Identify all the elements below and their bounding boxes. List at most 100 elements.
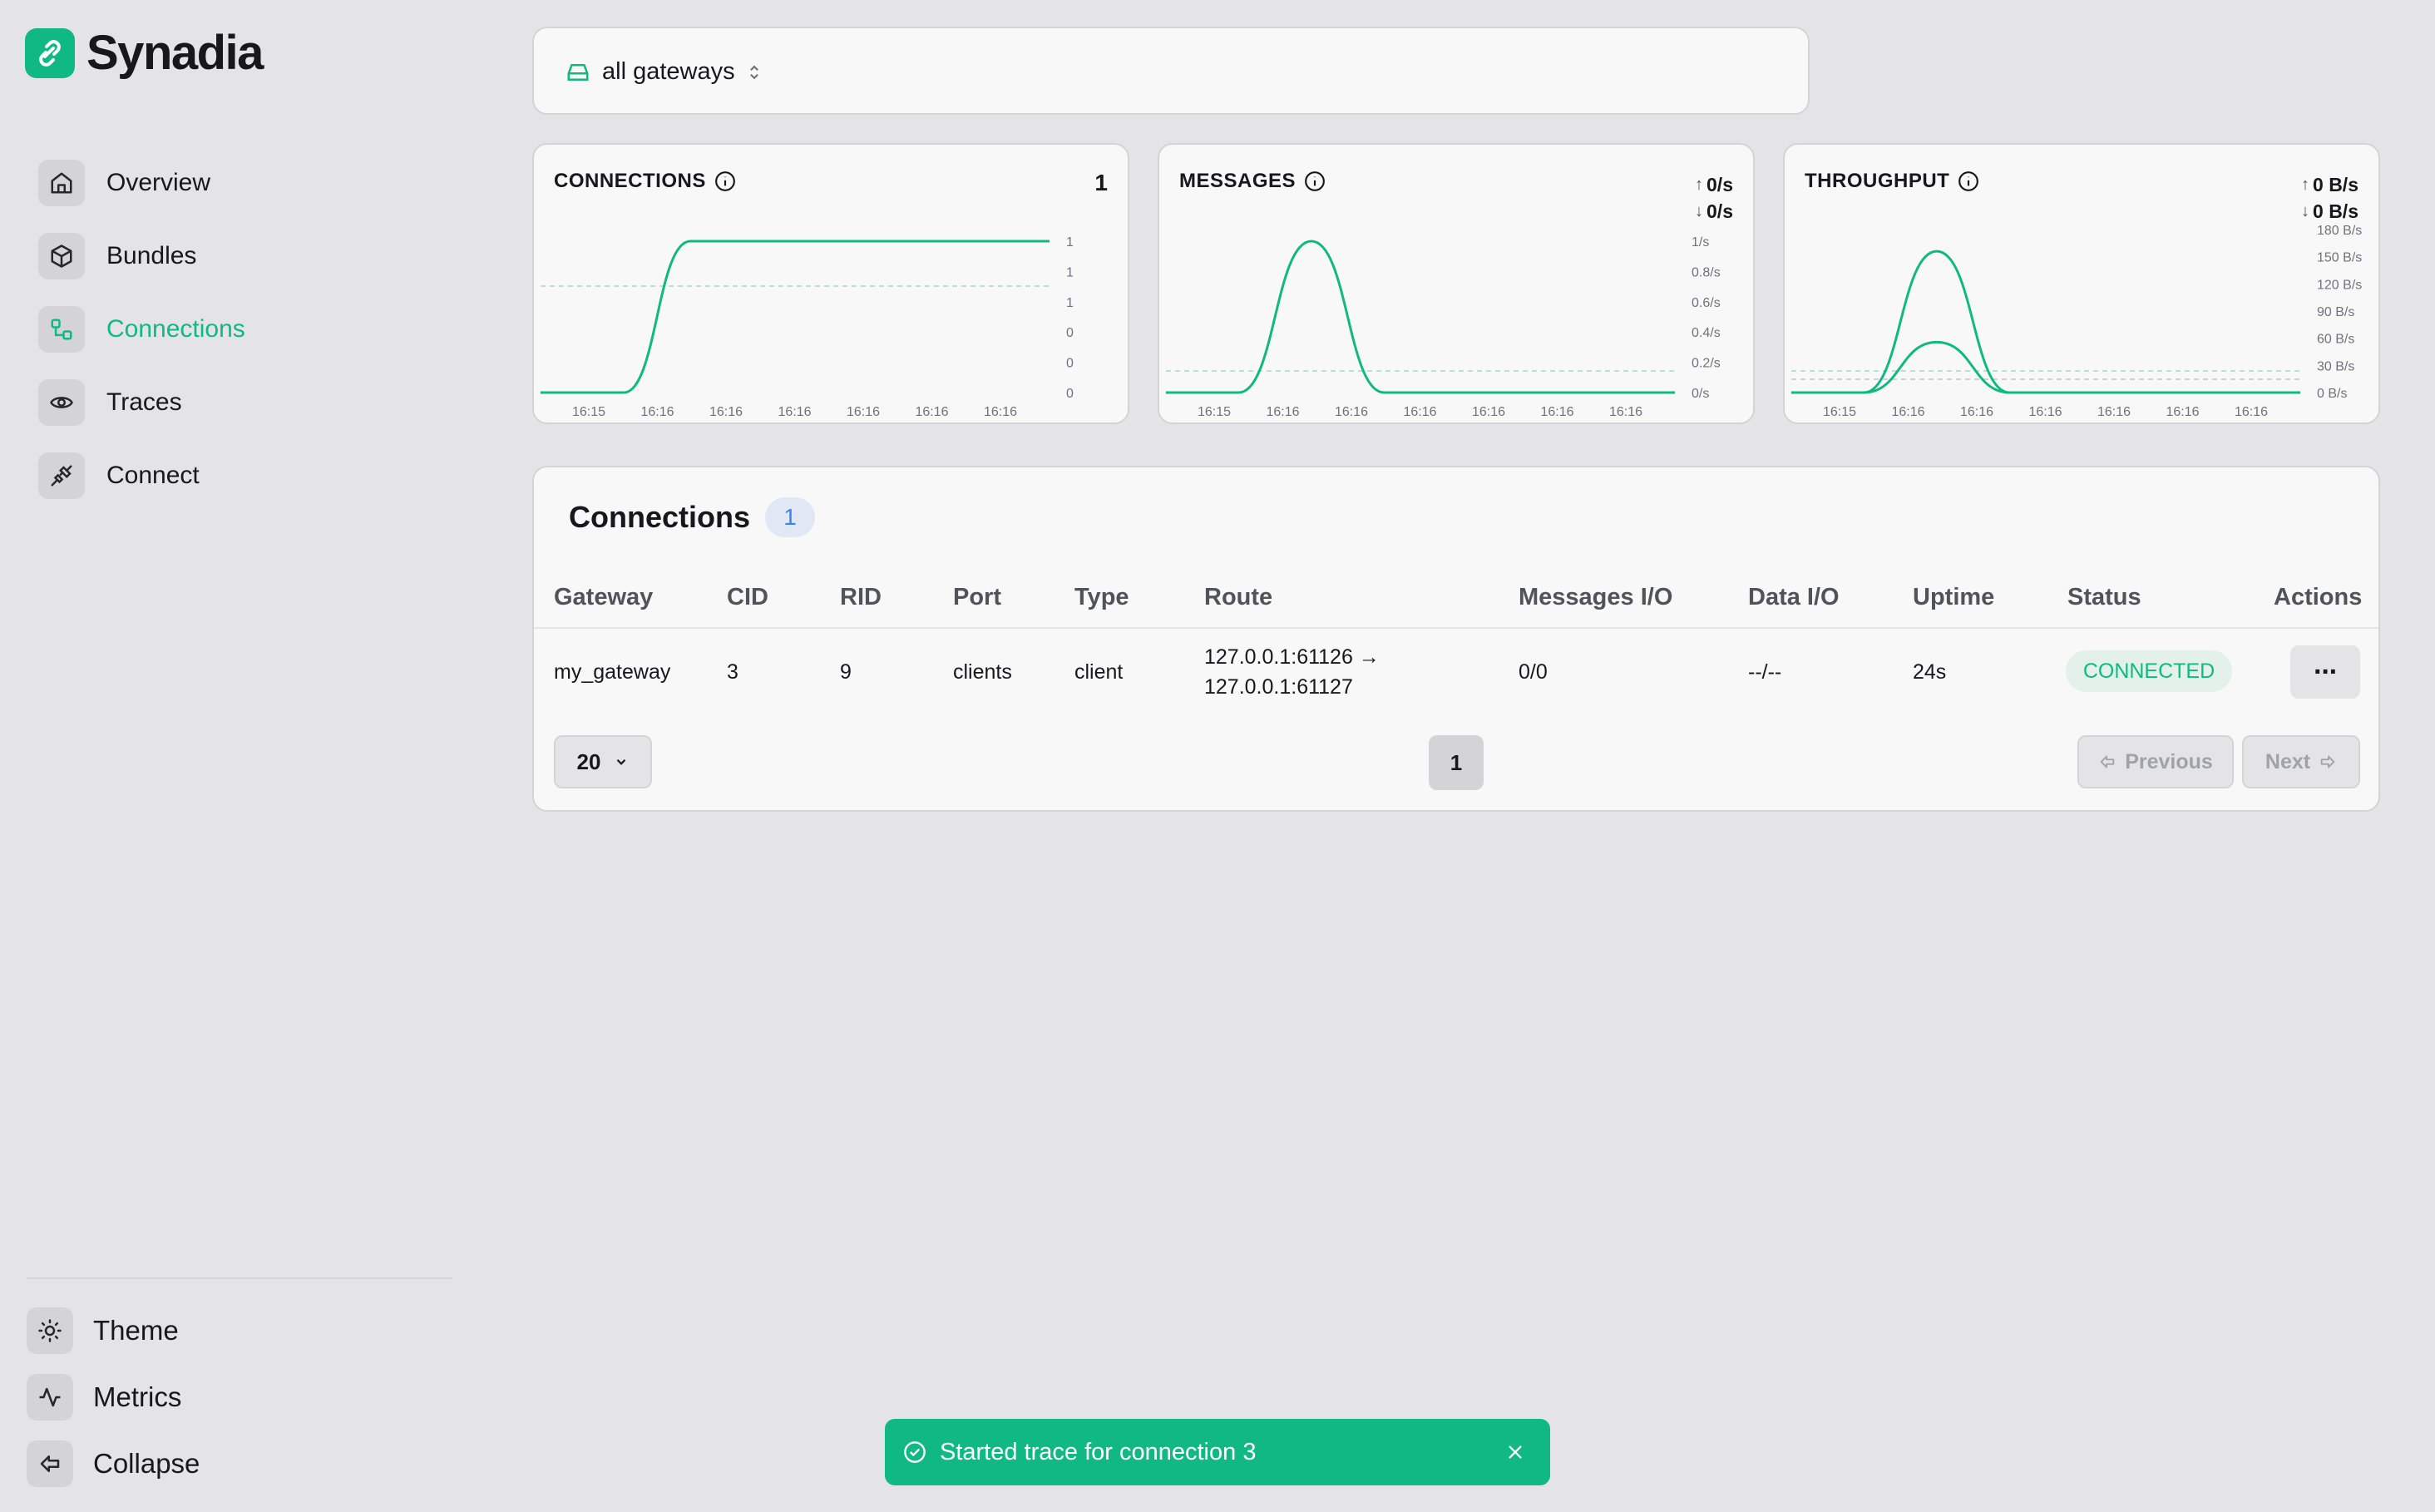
theme-button[interactable]: Theme — [27, 1297, 442, 1364]
x-tick-label: 16:15 — [572, 405, 605, 419]
activity-icon — [27, 1374, 73, 1421]
x-tick-label: 16:16 — [1404, 405, 1437, 419]
row-actions-button[interactable]: ··· — [2290, 645, 2360, 699]
connections-chart: 1 1 1 0 0 0 16:15 16:16 16:16 16:16 16:16 16:16 16:1… — [541, 235, 1074, 419]
column-header-gateway[interactable]: Gateway — [554, 584, 653, 611]
x-tick-label: 16:16 — [1335, 405, 1368, 419]
toast-close-button[interactable] — [1499, 1435, 1532, 1469]
page-size-value: 20 — [576, 749, 601, 774]
cell-gateway: my_gateway — [554, 660, 671, 684]
check-circle-icon — [904, 1441, 926, 1463]
x-tick-label: 16:16 — [1960, 405, 1993, 419]
header-divider — [534, 627, 2378, 629]
cell-cid: 3 — [727, 660, 738, 684]
series-line-1 — [1790, 340, 2300, 394]
plug-icon — [38, 452, 85, 499]
synadia-logo-icon — [25, 27, 75, 78]
status-badge: CONNECTED — [2066, 650, 2232, 692]
y-tick-label: 150 B/s — [2317, 251, 2362, 265]
page-size-select[interactable]: 20 — [554, 735, 652, 788]
column-header-cid[interactable]: CID — [727, 584, 768, 611]
x-tick-label: 16:16 — [2097, 405, 2131, 419]
sun-icon — [27, 1307, 73, 1354]
page-button-1[interactable]: 1 — [1429, 735, 1484, 790]
chevron-down-icon — [617, 758, 626, 765]
x-tick-label: 16:16 — [709, 405, 743, 419]
home-icon — [38, 160, 85, 206]
collapse-icon — [27, 1440, 73, 1487]
sidebar-item-label: Overview — [106, 169, 211, 196]
metrics-label: Metrics — [93, 1381, 182, 1412]
y-tick-label: 0 B/s — [2317, 387, 2347, 401]
sidebar-item-connect[interactable]: Connect — [38, 439, 454, 512]
collapse-button[interactable]: Collapse — [27, 1430, 442, 1497]
column-header-uptime[interactable]: Uptime — [1913, 584, 1994, 611]
gateway-selector[interactable]: all gateways — [566, 58, 762, 86]
column-header-rid[interactable]: RID — [840, 584, 882, 611]
column-header-port[interactable]: Port — [953, 584, 1001, 611]
box-icon — [38, 233, 85, 279]
column-header-data-io[interactable]: Data I/O — [1748, 584, 1840, 611]
series-line-0 — [1165, 240, 1675, 394]
connections-chart-card: CONNECTIONS 1 1 1 1 0 0 0 16:15 16:16 16:16 16:16… — [532, 143, 1129, 424]
theme-label: Theme — [93, 1315, 179, 1346]
close-icon — [1509, 1445, 1522, 1459]
x-tick-label: 16:16 — [778, 405, 812, 419]
column-header-status[interactable]: Status — [2067, 584, 2141, 611]
column-header-type[interactable]: Type — [1074, 584, 1129, 611]
cell-route-from: 127.0.0.1:61126 → — [1204, 645, 1380, 669]
x-tick-label: 16:16 — [1892, 405, 1925, 419]
column-header-route[interactable]: Route — [1204, 584, 1272, 611]
y-tick-label: 1 — [1066, 296, 1074, 310]
app-logo[interactable]: Synadia — [25, 25, 264, 81]
x-tick-label: 16:16 — [847, 405, 880, 419]
sidebar-divider — [27, 1277, 452, 1279]
more-icon: ··· — [2314, 656, 2339, 688]
table-header: Connections 1 — [569, 497, 816, 537]
cell-port: clients — [953, 660, 1012, 684]
y-tick-label: 0.2/s — [1692, 357, 1721, 371]
messages-chart-card: MESSAGES ↑ 0/s ↓ 0/s 1/s 0.8/s 0.6/s 0.4/s 0.2… — [1158, 143, 1755, 424]
connections-icon — [38, 306, 85, 353]
x-tick-label: 16:16 — [1541, 405, 1574, 419]
arrow-right-icon — [2320, 755, 2335, 768]
sidebar-bottom-nav: Theme Metrics Collapse — [27, 1297, 442, 1497]
gateway-selector-label: all gateways — [602, 58, 735, 85]
next-page-button[interactable]: Next — [2242, 735, 2360, 788]
cell-messages-io: 0/0 — [1519, 660, 1548, 684]
y-tick-label: 1 — [1066, 265, 1074, 279]
throughput-chart: 180 B/s 150 B/s 120 B/s 90 B/s 60 B/s 30 B/s 0… — [1790, 224, 2362, 419]
x-tick-label: 16:16 — [2166, 405, 2200, 419]
y-tick-label: 0 — [1066, 357, 1074, 371]
y-tick-label: 120 B/s — [2317, 278, 2362, 292]
column-header-actions: Actions — [2274, 584, 2363, 610]
y-tick-label: 0/s — [1692, 387, 1709, 401]
sidebar-nav: Overview Bundles Connections Traces Conn… — [38, 146, 454, 512]
y-tick-label: 0 — [1066, 387, 1074, 401]
y-tick-label: 0.6/s — [1692, 296, 1721, 310]
metrics-button[interactable]: Metrics — [27, 1364, 442, 1430]
x-tick-label: 16:15 — [1198, 405, 1231, 419]
sidebar-item-connections[interactable]: Connections — [38, 293, 454, 366]
y-tick-label: 0.4/s — [1692, 326, 1721, 340]
x-tick-label: 16:16 — [2029, 405, 2062, 419]
sidebar-item-overview[interactable]: Overview — [38, 146, 454, 220]
count-badge: 1 — [765, 497, 816, 537]
previous-page-button[interactable]: Previous — [2077, 735, 2234, 788]
x-tick-label: 16:15 — [1823, 405, 1856, 419]
y-tick-label: 1 — [1066, 235, 1074, 250]
app-name: Synadia — [86, 26, 264, 80]
sidebar-item-label: Traces — [106, 388, 182, 416]
x-tick-label: 16:16 — [1267, 405, 1300, 419]
y-tick-label: 90 B/s — [2317, 305, 2354, 319]
cell-rid: 9 — [840, 660, 852, 684]
toast-notification: Started trace for connection 3 — [885, 1419, 1550, 1485]
column-header-messages-io[interactable]: Messages I/O — [1519, 584, 1672, 611]
y-tick-label: 0 — [1066, 326, 1074, 340]
series-line-0 — [541, 240, 1050, 394]
connections-table-card: Connections 1 Gateway CID RID Port Type … — [532, 466, 2380, 812]
sidebar-item-bundles[interactable]: Bundles — [38, 220, 454, 293]
next-label: Next — [2265, 749, 2311, 773]
sidebar-item-traces[interactable]: Traces — [38, 366, 454, 439]
table-title: Connections — [569, 500, 751, 534]
